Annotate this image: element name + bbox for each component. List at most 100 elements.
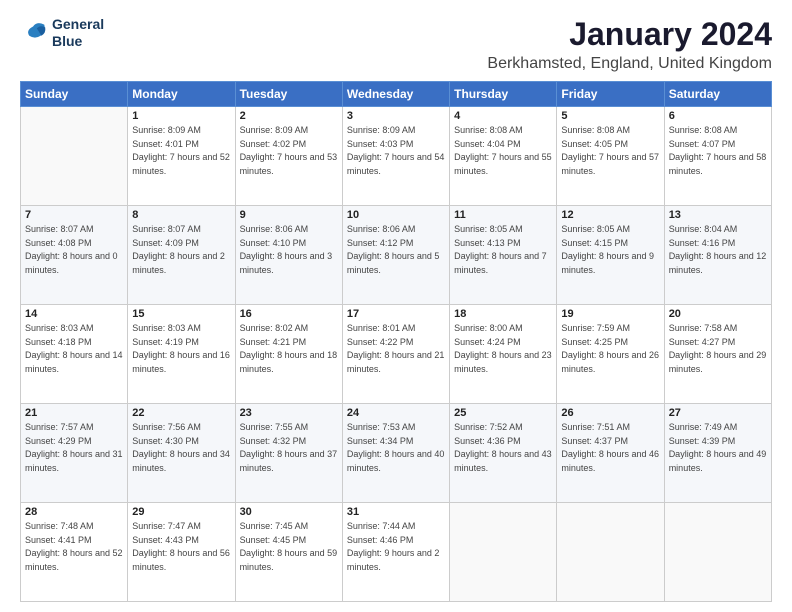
day-info: Sunrise: 7:56 AMSunset: 4:30 PMDaylight:… bbox=[132, 421, 230, 475]
day-number: 13 bbox=[669, 209, 767, 221]
subtitle: Berkhamsted, England, United Kingdom bbox=[487, 55, 772, 73]
day-info: Sunrise: 8:08 AMSunset: 4:05 PMDaylight:… bbox=[561, 124, 659, 178]
day-info: Sunrise: 7:59 AMSunset: 4:25 PMDaylight:… bbox=[561, 322, 659, 376]
calendar-cell: 20 Sunrise: 7:58 AMSunset: 4:27 PMDayligh… bbox=[664, 305, 771, 404]
day-number: 28 bbox=[25, 506, 123, 518]
day-number: 5 bbox=[561, 110, 659, 122]
calendar-header-row: SundayMondayTuesdayWednesdayThursdayFrid… bbox=[21, 82, 772, 107]
calendar-cell: 21 Sunrise: 7:57 AMSunset: 4:29 PMDayligh… bbox=[21, 404, 128, 503]
day-number: 22 bbox=[132, 407, 230, 419]
calendar-cell: 27 Sunrise: 7:49 AMSunset: 4:39 PMDayligh… bbox=[664, 404, 771, 503]
col-header-sunday: Sunday bbox=[21, 82, 128, 107]
day-number: 11 bbox=[454, 209, 552, 221]
calendar-cell: 30 Sunrise: 7:45 AMSunset: 4:45 PMDayligh… bbox=[235, 503, 342, 602]
day-number: 9 bbox=[240, 209, 338, 221]
calendar-cell: 3 Sunrise: 8:09 AMSunset: 4:03 PMDaylight… bbox=[342, 107, 449, 206]
calendar-cell: 10 Sunrise: 8:06 AMSunset: 4:12 PMDayligh… bbox=[342, 206, 449, 305]
day-number: 7 bbox=[25, 209, 123, 221]
day-info: Sunrise: 8:07 AMSunset: 4:09 PMDaylight:… bbox=[132, 223, 230, 277]
day-info: Sunrise: 7:45 AMSunset: 4:45 PMDaylight:… bbox=[240, 520, 338, 574]
col-header-wednesday: Wednesday bbox=[342, 82, 449, 107]
calendar-cell: 14Sunrise: 8:03 AMSunset: 4:18 PMDayligh… bbox=[21, 305, 128, 404]
day-info: Sunrise: 7:48 AMSunset: 4:41 PMDaylight:… bbox=[25, 520, 123, 574]
col-header-friday: Friday bbox=[557, 82, 664, 107]
day-info: Sunrise: 8:07 AMSunset: 4:08 PMDaylight:… bbox=[25, 223, 123, 277]
day-number: 17 bbox=[347, 308, 445, 320]
calendar-cell: 2Sunrise: 8:09 AMSunset: 4:02 PMDaylight… bbox=[235, 107, 342, 206]
title-block: January 2024 Berkhamsted, England, Unite… bbox=[487, 16, 772, 73]
day-number: 24 bbox=[347, 407, 445, 419]
day-number: 1 bbox=[132, 110, 230, 122]
calendar-cell: 16Sunrise: 8:02 AMSunset: 4:21 PMDayligh… bbox=[235, 305, 342, 404]
calendar-cell: 6Sunrise: 8:08 AMSunset: 4:07 PMDaylight… bbox=[664, 107, 771, 206]
calendar-cell: 15Sunrise: 8:03 AMSunset: 4:19 PMDayligh… bbox=[128, 305, 235, 404]
calendar-table: SundayMondayTuesdayWednesdayThursdayFrid… bbox=[20, 81, 772, 602]
day-info: Sunrise: 8:02 AMSunset: 4:21 PMDaylight:… bbox=[240, 322, 338, 376]
day-info: Sunrise: 8:01 AMSunset: 4:22 PMDaylight:… bbox=[347, 322, 445, 376]
day-info: Sunrise: 7:55 AMSunset: 4:32 PMDaylight:… bbox=[240, 421, 338, 475]
calendar-cell: 7 Sunrise: 8:07 AMSunset: 4:08 PMDaylight… bbox=[21, 206, 128, 305]
day-number: 18 bbox=[454, 308, 552, 320]
day-info: Sunrise: 7:58 AMSunset: 4:27 PMDaylight:… bbox=[669, 322, 767, 376]
calendar-cell: 24 Sunrise: 7:53 AMSunset: 4:34 PMDayligh… bbox=[342, 404, 449, 503]
day-info: Sunrise: 8:09 AMSunset: 4:03 PMDaylight:… bbox=[347, 124, 445, 178]
day-number: 19 bbox=[561, 308, 659, 320]
calendar-cell: 17 Sunrise: 8:01 AMSunset: 4:22 PMDayligh… bbox=[342, 305, 449, 404]
calendar-cell: 22 Sunrise: 7:56 AMSunset: 4:30 PMDayligh… bbox=[128, 404, 235, 503]
day-info: Sunrise: 8:05 AMSunset: 4:15 PMDaylight:… bbox=[561, 223, 659, 277]
logo: General Blue bbox=[20, 16, 104, 50]
calendar-cell: 4 Sunrise: 8:08 AMSunset: 4:04 PMDaylight… bbox=[450, 107, 557, 206]
day-info: Sunrise: 7:53 AMSunset: 4:34 PMDaylight:… bbox=[347, 421, 445, 475]
day-number: 4 bbox=[454, 110, 552, 122]
day-number: 14 bbox=[25, 308, 123, 320]
logo-icon bbox=[20, 19, 48, 47]
calendar-cell: 11 Sunrise: 8:05 AMSunset: 4:13 PMDayligh… bbox=[450, 206, 557, 305]
day-number: 6 bbox=[669, 110, 767, 122]
calendar-cell: 8 Sunrise: 8:07 AMSunset: 4:09 PMDaylight… bbox=[128, 206, 235, 305]
calendar-cell: 13 Sunrise: 8:04 AMSunset: 4:16 PMDayligh… bbox=[664, 206, 771, 305]
day-number: 8 bbox=[132, 209, 230, 221]
day-number: 27 bbox=[669, 407, 767, 419]
day-number: 31 bbox=[347, 506, 445, 518]
day-info: Sunrise: 8:05 AMSunset: 4:13 PMDaylight:… bbox=[454, 223, 552, 277]
page: General Blue January 2024 Berkhamsted, E… bbox=[0, 0, 792, 612]
calendar-cell: 9 Sunrise: 8:06 AMSunset: 4:10 PMDaylight… bbox=[235, 206, 342, 305]
day-number: 10 bbox=[347, 209, 445, 221]
calendar-week-5: 28 Sunrise: 7:48 AMSunset: 4:41 PMDayligh… bbox=[21, 503, 772, 602]
day-info: Sunrise: 8:04 AMSunset: 4:16 PMDaylight:… bbox=[669, 223, 767, 277]
day-number: 3 bbox=[347, 110, 445, 122]
calendar-week-3: 14Sunrise: 8:03 AMSunset: 4:18 PMDayligh… bbox=[21, 305, 772, 404]
calendar-cell: 26Sunrise: 7:51 AMSunset: 4:37 PMDayligh… bbox=[557, 404, 664, 503]
calendar-cell bbox=[21, 107, 128, 206]
col-header-monday: Monday bbox=[128, 82, 235, 107]
calendar-cell: 29Sunrise: 7:47 AMSunset: 4:43 PMDayligh… bbox=[128, 503, 235, 602]
day-number: 21 bbox=[25, 407, 123, 419]
main-title: January 2024 bbox=[487, 16, 772, 53]
calendar-cell: 18 Sunrise: 8:00 AMSunset: 4:24 PMDayligh… bbox=[450, 305, 557, 404]
col-header-tuesday: Tuesday bbox=[235, 82, 342, 107]
day-info: Sunrise: 8:06 AMSunset: 4:12 PMDaylight:… bbox=[347, 223, 445, 277]
day-info: Sunrise: 8:08 AMSunset: 4:04 PMDaylight:… bbox=[454, 124, 552, 178]
day-info: Sunrise: 8:00 AMSunset: 4:24 PMDaylight:… bbox=[454, 322, 552, 376]
calendar-week-2: 7 Sunrise: 8:07 AMSunset: 4:08 PMDaylight… bbox=[21, 206, 772, 305]
col-header-saturday: Saturday bbox=[664, 82, 771, 107]
day-info: Sunrise: 7:57 AMSunset: 4:29 PMDaylight:… bbox=[25, 421, 123, 475]
day-number: 23 bbox=[240, 407, 338, 419]
calendar-cell: 12 Sunrise: 8:05 AMSunset: 4:15 PMDayligh… bbox=[557, 206, 664, 305]
day-number: 12 bbox=[561, 209, 659, 221]
calendar-cell: 23 Sunrise: 7:55 AMSunset: 4:32 PMDayligh… bbox=[235, 404, 342, 503]
calendar-cell: 5 Sunrise: 8:08 AMSunset: 4:05 PMDaylight… bbox=[557, 107, 664, 206]
day-number: 20 bbox=[669, 308, 767, 320]
calendar-cell: 31Sunrise: 7:44 AMSunset: 4:46 PMDayligh… bbox=[342, 503, 449, 602]
logo-text: General Blue bbox=[52, 16, 104, 50]
day-number: 15 bbox=[132, 308, 230, 320]
day-info: Sunrise: 8:06 AMSunset: 4:10 PMDaylight:… bbox=[240, 223, 338, 277]
day-number: 30 bbox=[240, 506, 338, 518]
calendar-cell: 28 Sunrise: 7:48 AMSunset: 4:41 PMDayligh… bbox=[21, 503, 128, 602]
calendar-cell: 1 Sunrise: 8:09 AMSunset: 4:01 PMDaylight… bbox=[128, 107, 235, 206]
day-info: Sunrise: 7:49 AMSunset: 4:39 PMDaylight:… bbox=[669, 421, 767, 475]
calendar-cell: 25Sunrise: 7:52 AMSunset: 4:36 PMDayligh… bbox=[450, 404, 557, 503]
day-info: Sunrise: 8:09 AMSunset: 4:01 PMDaylight:… bbox=[132, 124, 230, 178]
day-info: Sunrise: 7:52 AMSunset: 4:36 PMDaylight:… bbox=[454, 421, 552, 475]
day-number: 29 bbox=[132, 506, 230, 518]
